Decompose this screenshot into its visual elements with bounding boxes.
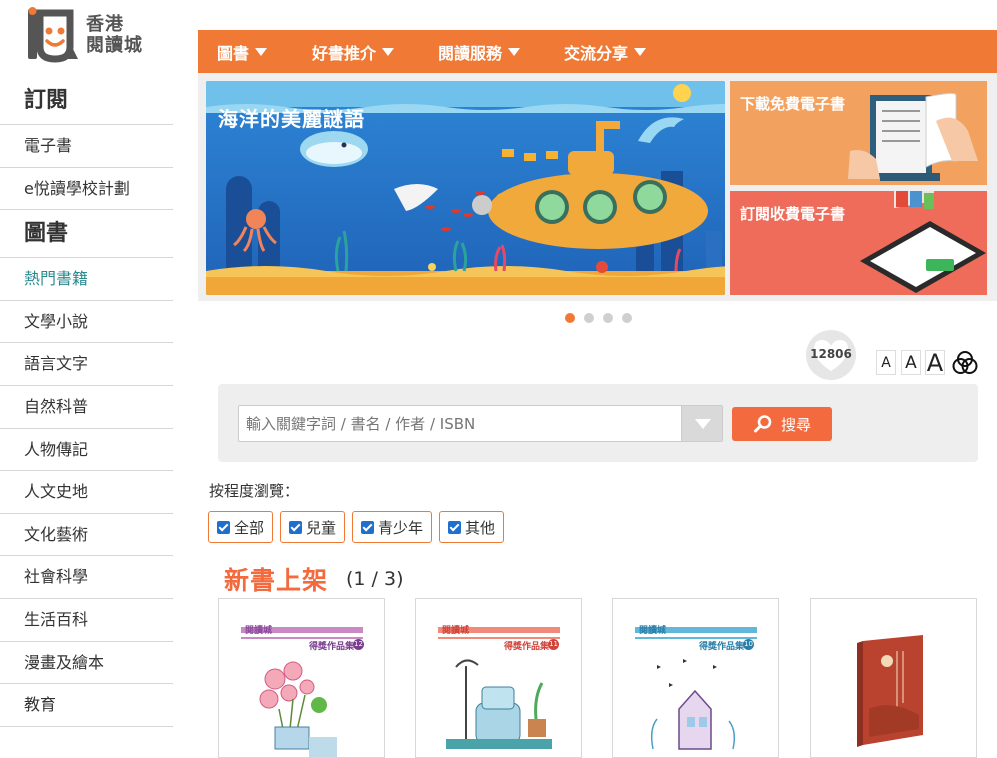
nav-item-label: 閱讀服務 — [438, 43, 503, 63]
new-books-title: 新書上架 — [224, 566, 329, 595]
book-card[interactable] — [810, 598, 977, 758]
banner-title: 海洋的美麗謎語 — [218, 107, 365, 131]
nav-item-label: 好書推介 — [312, 43, 377, 63]
visitor-counter: 12806 — [806, 330, 856, 380]
sidebar: 香港 閱讀城 訂閱 電子書 e悅讀學校計劃 圖書 熱門書籍 文學小說 語言文字 … — [0, 0, 175, 747]
filter-label: 全部 — [234, 518, 265, 537]
sidebar-heading-subscribe: 訂閱 — [0, 78, 173, 125]
banner-slide[interactable]: 海洋的美麗謎語 — [206, 81, 725, 295]
search-options-dropdown[interactable] — [681, 406, 722, 441]
reading-city-logo-icon — [28, 7, 78, 63]
color-contrast-button[interactable] — [952, 350, 978, 376]
book-volume-number: 11 — [548, 639, 559, 650]
nav-item-recommend[interactable]: 好書推介 — [312, 40, 395, 64]
sidebar-item-social[interactable]: 社會科學 — [0, 556, 173, 599]
search-panel: 搜尋 — [218, 384, 978, 462]
book-series-title: 得獎作品集 — [504, 642, 550, 652]
sidebar-item-arts[interactable]: 文化藝術 — [0, 514, 173, 557]
caret-down-icon — [695, 419, 711, 429]
book-series-title: 得獎作品集 — [309, 642, 355, 652]
caret-down-icon — [508, 47, 521, 56]
nav-item-services[interactable]: 閱讀服務 — [438, 40, 521, 64]
sidebar-heading-books: 圖書 — [0, 210, 173, 259]
visitor-count: 12806 — [810, 347, 852, 361]
filter-label: 兒童 — [306, 518, 337, 537]
sidebar-item-history[interactable]: 人文史地 — [0, 471, 173, 514]
book-volume-number: 10 — [743, 639, 754, 650]
caret-down-icon — [255, 47, 268, 56]
carousel-dot-2[interactable] — [584, 313, 594, 323]
checkbox-checked-icon[interactable] — [448, 520, 462, 534]
filter-label: 其他 — [465, 518, 496, 537]
promo-free-ebook-label: 下載免費電子書 — [740, 95, 846, 113]
book-series-title: 得獎作品集 — [699, 642, 745, 652]
search-button-label: 搜尋 — [780, 415, 811, 434]
filter-all[interactable]: 全部 — [208, 511, 274, 543]
search-icon — [753, 415, 772, 433]
sidebar-item-ebook[interactable]: 電子書 — [0, 125, 173, 168]
font-size-medium-button[interactable]: A — [901, 350, 921, 375]
contrast-icon — [952, 351, 978, 374]
logo-line-2: 閱讀城 — [86, 35, 143, 56]
nav-item-share[interactable]: 交流分享 — [564, 40, 647, 64]
sidebar-item-science[interactable]: 自然科普 — [0, 386, 173, 429]
checkbox-checked-icon[interactable] — [289, 520, 303, 534]
promo-paid-ebook-label: 訂閱收費電子書 — [740, 205, 846, 223]
sidebar-item-biography[interactable]: 人物傳記 — [0, 429, 173, 472]
level-filters: 全部 兒童 青少年 其他 — [208, 511, 505, 543]
sidebar-item-education[interactable]: 教育 — [0, 684, 173, 727]
carousel-dots — [565, 313, 632, 323]
book-cover-image — [857, 635, 923, 747]
promo-paid-ebook[interactable]: 訂閱收費電子書 — [730, 191, 987, 295]
nav-item-label: 交流分享 — [564, 43, 629, 63]
sidebar-menu: 訂閱 電子書 e悅讀學校計劃 圖書 熱門書籍 文學小說 語言文字 自然科普 人物… — [0, 78, 173, 727]
filter-label: 青少年 — [378, 518, 424, 537]
font-size-small-button[interactable]: A — [876, 350, 896, 375]
sidebar-item-school-plan[interactable]: e悅讀學校計劃 — [0, 168, 173, 211]
search-button[interactable]: 搜尋 — [732, 407, 832, 441]
sidebar-item-language[interactable]: 語言文字 — [0, 343, 173, 386]
sidebar-item-comics[interactable]: 漫畫及繪本 — [0, 642, 173, 685]
checkbox-checked-icon[interactable] — [217, 520, 230, 534]
filter-teen[interactable]: 青少年 — [352, 511, 433, 543]
book-card[interactable]: 閱讀城 得獎作品集 11 — [415, 598, 582, 758]
font-size-large-button[interactable]: A — [925, 350, 945, 375]
main-nav: 圖書 好書推介 閱讀服務 交流分享 — [198, 30, 997, 73]
sidebar-item-popular[interactable]: 熱門書籍 — [0, 258, 173, 301]
search-box — [238, 405, 723, 442]
filter-children[interactable]: 兒童 — [280, 511, 346, 543]
sidebar-item-literature[interactable]: 文學小說 — [0, 301, 173, 344]
checkbox-checked-icon[interactable] — [361, 520, 375, 534]
new-books-page-indicator: (1 / 3) — [346, 568, 404, 590]
carousel-dot-1[interactable] — [565, 313, 575, 323]
sidebar-item-lifestyle[interactable]: 生活百科 — [0, 599, 173, 642]
promo-free-ebook[interactable]: 下載免費電子書 — [730, 81, 987, 185]
search-input[interactable] — [239, 406, 682, 441]
carousel-dot-4[interactable] — [622, 313, 632, 323]
book-card[interactable]: 閱讀城 得獎作品集 10 — [612, 598, 779, 758]
logo-line-1: 香港 — [86, 14, 124, 35]
nav-item-label: 圖書 — [217, 43, 250, 63]
caret-down-icon — [382, 47, 395, 56]
filter-other[interactable]: 其他 — [439, 511, 505, 543]
carousel-dot-3[interactable] — [603, 313, 613, 323]
banner-area: 海洋的美麗謎語 下載免費電子書 訂閱收費電子書 — [198, 73, 997, 301]
book-volume-number: 12 — [353, 639, 364, 650]
site-logo[interactable]: 香港 閱讀城 — [26, 6, 166, 64]
caret-down-icon — [634, 47, 647, 56]
book-card[interactable]: 閱讀城 得獎作品集 12 — [218, 598, 385, 758]
browse-label: 按程度瀏覽： — [209, 482, 300, 500]
nav-item-books[interactable]: 圖書 — [217, 40, 268, 64]
